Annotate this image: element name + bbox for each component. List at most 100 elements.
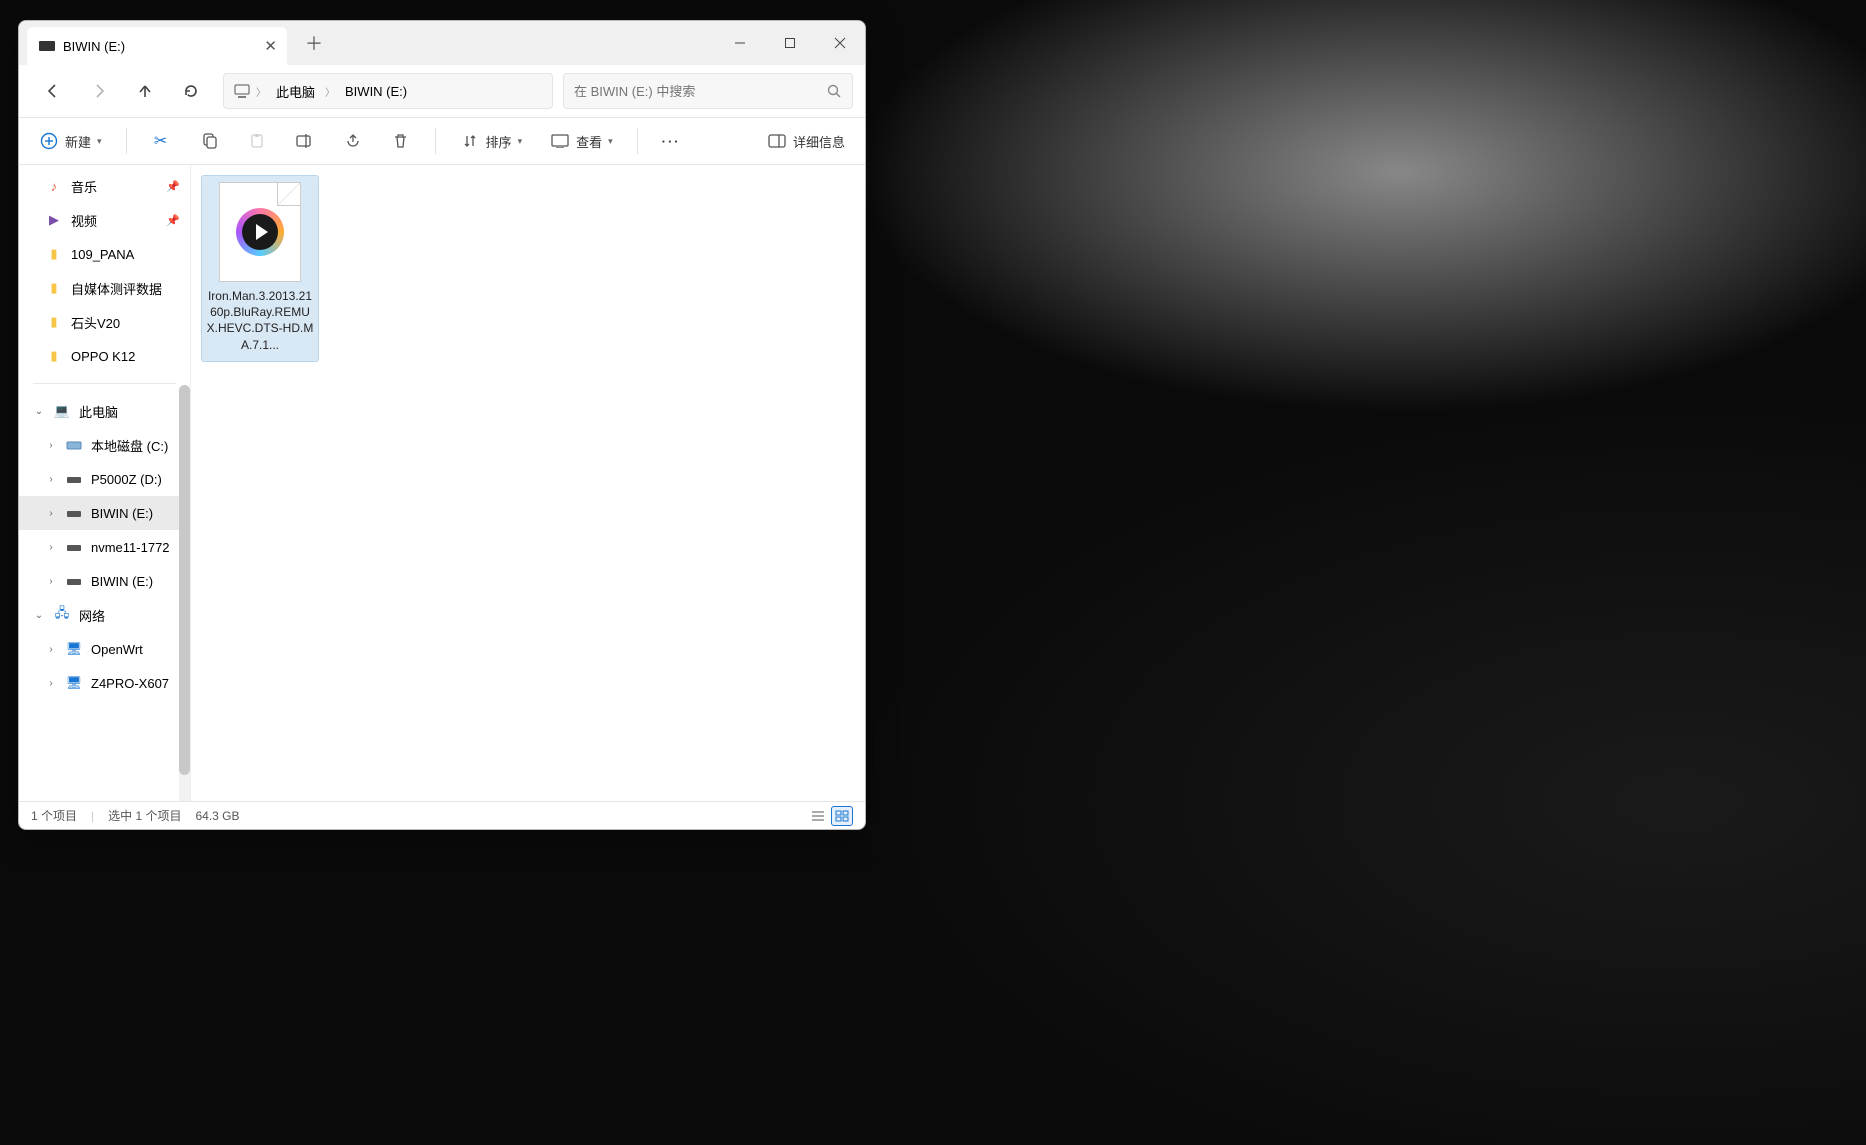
breadcrumb-root[interactable]: 此电脑 (272, 80, 319, 103)
music-icon: ♪ (45, 179, 63, 194)
chevron-down-icon[interactable]: ⌄ (33, 406, 45, 417)
icons-view-button[interactable] (831, 806, 853, 826)
sidebar-item-label: BIWIN (E:) (91, 574, 153, 589)
maximize-button[interactable] (765, 21, 815, 65)
separator (33, 383, 176, 384)
window-controls (715, 21, 865, 65)
details-pane-button[interactable]: 详细信息 (759, 124, 853, 158)
drive-icon (65, 439, 83, 451)
forward-button[interactable] (77, 71, 121, 111)
search-icon[interactable] (827, 84, 842, 99)
computer-icon: 🖥 (65, 675, 83, 691)
rename-button[interactable] (287, 124, 323, 158)
plus-circle-icon (39, 132, 59, 150)
search-input[interactable] (574, 84, 827, 99)
sidebar-item-folder[interactable]: ▮ 自媒体测评数据 (19, 271, 190, 305)
sidebar-item-drive[interactable]: › nvme11-1772 (19, 530, 190, 564)
chevron-right-icon[interactable]: › (45, 644, 57, 655)
search-box[interactable] (563, 73, 853, 109)
sidebar-item-network-host[interactable]: › 🖥 Z4PRO-X607 (19, 666, 190, 700)
sidebar-item-label: 视频 (71, 211, 97, 230)
sidebar-item-label: 本地磁盘 (C:) (91, 436, 168, 455)
chevron-down-icon[interactable]: ⌄ (33, 610, 45, 621)
sidebar-item-video[interactable]: ▶ 视频 📌 (19, 203, 190, 237)
sidebar-item-label: 109_PANA (71, 247, 134, 262)
sidebar-item-label: P5000Z (D:) (91, 472, 162, 487)
details-label: 详细信息 (793, 132, 845, 151)
paste-button[interactable] (239, 124, 275, 158)
copy-icon (199, 133, 219, 149)
view-icon (550, 134, 570, 148)
scrollbar-thumb[interactable] (179, 385, 190, 775)
computer-icon: 🖥 (65, 641, 83, 657)
chevron-right-icon[interactable]: › (45, 576, 57, 587)
share-button[interactable] (335, 124, 371, 158)
sidebar-item-folder[interactable]: ▮ 109_PANA (19, 237, 190, 271)
chevron-right-icon[interactable]: › (45, 542, 57, 553)
chevron-right-icon: 〉 (256, 84, 266, 99)
refresh-button[interactable] (169, 71, 213, 111)
sidebar-item-label: nvme11-1772 (91, 540, 170, 555)
sidebar-item-drive[interactable]: › P5000Z (D:) (19, 462, 190, 496)
view-label: 查看 (576, 132, 602, 151)
minimize-button[interactable] (715, 21, 765, 65)
sidebar-item-label: 音乐 (71, 177, 97, 196)
address-bar[interactable]: 〉 此电脑 〉 BIWIN (E:) (223, 73, 553, 109)
more-button[interactable]: ··· (654, 124, 689, 158)
chevron-right-icon: 〉 (325, 84, 335, 99)
chevron-right-icon[interactable]: › (45, 474, 57, 485)
details-view-button[interactable] (807, 806, 829, 826)
file-explorer-window: BIWIN (E:) ✕ ＋ (18, 20, 866, 830)
share-icon (343, 133, 363, 149)
up-button[interactable] (123, 71, 167, 111)
file-list[interactable]: Iron.Man.3.2013.2160p.BluRay.REMUX.HEVC.… (191, 165, 865, 801)
drive-icon (65, 473, 83, 485)
sidebar-item-label: OPPO K12 (71, 349, 135, 364)
view-mode-toggles (807, 806, 853, 826)
sidebar-item-drive[interactable]: › BIWIN (E:) (19, 496, 190, 530)
cut-button[interactable]: ✂ (143, 124, 179, 158)
chevron-right-icon[interactable]: › (45, 678, 57, 689)
sidebar-item-label: 自媒体测评数据 (71, 279, 162, 298)
sidebar-item-label: BIWIN (E:) (91, 506, 153, 521)
folder-icon: ▮ (45, 314, 63, 330)
navigation-pane: ♪ 音乐 📌 ▶ 视频 📌 ▮ 109_PANA ▮ 自媒体测评数据 ▮ 石头V… (19, 165, 191, 801)
delete-button[interactable] (383, 124, 419, 158)
details-pane-icon (767, 134, 787, 148)
window-tab[interactable]: BIWIN (E:) ✕ (27, 27, 287, 65)
close-button[interactable] (815, 21, 865, 65)
close-tab-icon[interactable]: ✕ (264, 37, 277, 55)
sidebar-item-folder[interactable]: ▮ OPPO K12 (19, 339, 190, 373)
status-size: 64.3 GB (195, 809, 239, 823)
status-bar: 1 个项目 | 选中 1 个项目 64.3 GB (19, 801, 865, 829)
sidebar-item-label: 石头V20 (71, 313, 120, 332)
separator (126, 128, 127, 154)
sidebar-item-drive[interactable]: › BIWIN (E:) (19, 564, 190, 598)
new-button[interactable]: 新建 ▾ (31, 124, 110, 158)
sort-button[interactable]: 排序 ▾ (452, 124, 531, 158)
sidebar-item-network[interactable]: ⌄ 🖧 网络 (19, 598, 190, 632)
chevron-right-icon[interactable]: › (45, 508, 57, 519)
status-selection: 选中 1 个项目 (108, 807, 181, 824)
pc-icon: 💻 (53, 403, 71, 419)
new-tab-button[interactable]: ＋ (297, 26, 331, 60)
new-label: 新建 (65, 132, 91, 151)
chevron-down-icon: ▾ (608, 136, 613, 147)
ellipsis-icon: ··· (662, 134, 681, 149)
back-button[interactable] (31, 71, 75, 111)
drive-icon (65, 507, 83, 519)
paste-icon (247, 133, 267, 149)
copy-button[interactable] (191, 124, 227, 158)
file-item[interactable]: Iron.Man.3.2013.2160p.BluRay.REMUX.HEVC.… (201, 175, 319, 362)
sidebar-item-drive[interactable]: › 本地磁盘 (C:) (19, 428, 190, 462)
sidebar-item-folder[interactable]: ▮ 石头V20 (19, 305, 190, 339)
navigation-bar: 〉 此电脑 〉 BIWIN (E:) (19, 65, 865, 117)
sidebar-item-this-pc[interactable]: ⌄ 💻 此电脑 (19, 394, 190, 428)
sidebar-item-music[interactable]: ♪ 音乐 📌 (19, 169, 190, 203)
breadcrumb-current[interactable]: BIWIN (E:) (341, 82, 411, 101)
chevron-right-icon[interactable]: › (45, 440, 57, 451)
view-button[interactable]: 查看 ▾ (542, 124, 621, 158)
chevron-down-icon: ▾ (97, 136, 102, 147)
sort-label: 排序 (486, 132, 512, 151)
sidebar-item-network-host[interactable]: › 🖥 OpenWrt (19, 632, 190, 666)
